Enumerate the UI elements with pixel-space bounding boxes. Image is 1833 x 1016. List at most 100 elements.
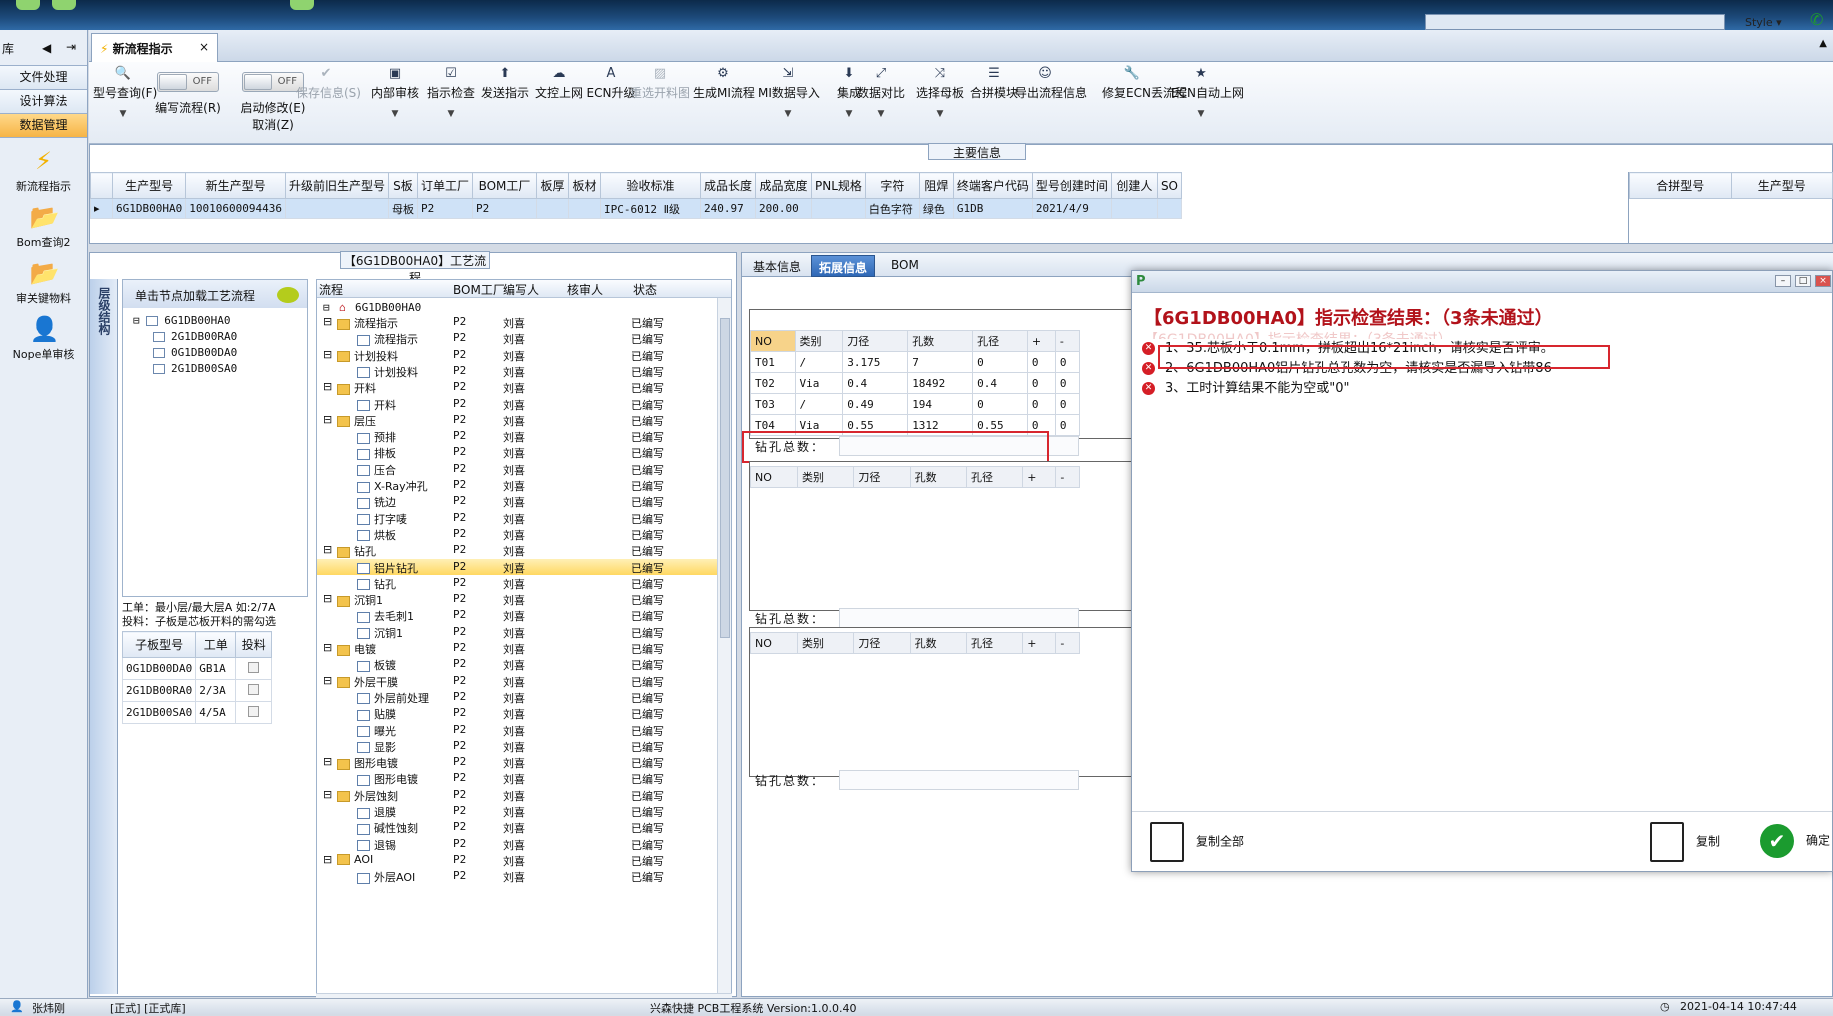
detail-tab[interactable]: BOM <box>884 255 926 277</box>
chevron-up-icon[interactable]: ▲ <box>1819 38 1827 49</box>
collapse-icon[interactable]: ⊟ <box>133 314 146 327</box>
toolbar-icon[interactable] <box>52 0 76 10</box>
flow-row[interactable]: ⊟ 钻孔 P2 刘喜 已编写 <box>317 542 717 558</box>
column-header[interactable]: 新生产型号 <box>185 172 286 199</box>
flow-row[interactable]: 开料 P2 刘喜 已编写 <box>317 396 717 412</box>
drill-column-header[interactable]: + <box>1022 466 1057 488</box>
drill-column-header[interactable]: 刀径 <box>842 330 909 352</box>
column-header[interactable]: 升级前旧生产型号 <box>284 172 389 199</box>
toolbar-button[interactable]: ⇲ MI数据导入 ▼ <box>758 66 820 119</box>
column-header[interactable]: 合拼型号 <box>1629 172 1732 199</box>
drill-column-header[interactable]: 孔径 <box>972 330 1028 352</box>
collapse-icon[interactable]: ⊟ <box>323 853 332 866</box>
collapse-icon[interactable]: ⊟ <box>323 788 332 801</box>
toolbar-button[interactable]: ☑ 指示检查 ▼ <box>421 66 481 119</box>
ok-button[interactable]: ✔ 确定 <box>1760 824 1830 858</box>
column-header[interactable]: 生产型号 <box>111 172 187 199</box>
table-row[interactable]: ▸ 6G1DB00HA0 10010600094436 母板 P2 P2 IPC-6012 … <box>90 198 1183 219</box>
nav-button[interactable]: 数据管理 <box>0 114 87 138</box>
column-header[interactable]: 工单 <box>195 631 237 658</box>
flow-row[interactable]: 铣边 P2 刘喜 已编写 <box>317 493 717 509</box>
toolbar-button[interactable]: ⚙ 生成MI流程 <box>693 66 755 101</box>
flow-row[interactable]: ⊟ 开料 P2 刘喜 已编写 <box>317 379 717 395</box>
flow-column-header[interactable]: 状态 <box>633 281 657 298</box>
collapse-icon[interactable]: ⊟ <box>323 543 332 556</box>
collapse-icon[interactable]: ⊟ <box>323 348 332 361</box>
pin-icon[interactable]: ⇥ <box>66 40 76 54</box>
tree-node[interactable]: 2G1DB00RA0 <box>153 330 237 343</box>
drill-column-header[interactable]: 孔径 <box>965 466 1024 488</box>
column-header[interactable]: SO <box>1156 172 1183 199</box>
drill-column-header[interactable]: - <box>1055 466 1080 488</box>
toggle-switch[interactable]: OFF <box>157 72 219 92</box>
close-icon[interactable]: × <box>1815 275 1831 287</box>
drill-column-header[interactable]: NO <box>750 330 796 352</box>
drill-row[interactable]: T02 Via 0.4 18492 0.4 0 0 <box>750 372 1081 394</box>
drill-column-header[interactable]: 类别 <box>797 466 855 488</box>
flow-row[interactable]: ⊟ 流程指示 P2 刘喜 已编写 <box>317 314 717 330</box>
drill-column-header[interactable]: - <box>1054 330 1081 352</box>
toolbar-button[interactable]: 🔧 修复ECN丢流程 <box>1102 66 1187 101</box>
drill-column-header[interactable]: 孔数 <box>907 330 974 352</box>
tree-node[interactable]: ⊟ 6G1DB00HA0 <box>133 314 230 327</box>
flow-row[interactable]: 铝片钻孔 P2 刘喜 已编写 <box>317 558 717 575</box>
column-header[interactable]: 板厚 <box>535 172 569 199</box>
column-header[interactable]: S板 <box>387 172 418 199</box>
flow-row[interactable]: 碱性蚀刻 P2 刘喜 已编写 <box>317 819 717 835</box>
collapse-icon[interactable]: ⊟ <box>323 641 332 654</box>
copy-all-button[interactable]: 复制全部 <box>1150 822 1244 862</box>
nav-item[interactable]: 👤 Nope单审核 <box>0 316 87 362</box>
toolbar-button[interactable]: ☺ 导出流程信息 <box>1015 66 1087 101</box>
toolbar-button[interactable]: ⤢ 数据对比 ▼ <box>851 66 911 119</box>
column-header[interactable]: 子板型号 <box>121 631 197 658</box>
tree-node[interactable]: 0G1DB00DA0 <box>153 346 237 359</box>
drill-row[interactable]: T01/3.175 7 0 0 0 <box>750 351 1081 373</box>
drill-column-header[interactable]: 刀径 <box>853 632 911 654</box>
dropdown-arrow-icon[interactable]: ▼ <box>910 109 970 119</box>
flow-row[interactable]: 沉铜1 P2 刘喜 已编写 <box>317 624 717 640</box>
flow-row[interactable]: 烘板 P2 刘喜 已编写 <box>317 526 717 542</box>
phone-icon[interactable]: ✆ <box>1810 10 1828 29</box>
collapse-icon[interactable]: ⊟ <box>323 674 332 687</box>
flow-row[interactable]: 外层前处理 P2 刘喜 已编写 <box>317 689 717 705</box>
flow-row[interactable]: 外层AOI P2 刘喜 已编写 <box>317 868 717 884</box>
column-header[interactable]: 字符 <box>864 172 920 199</box>
flow-row[interactable]: 钻孔 P2 刘喜 已编写 <box>317 575 717 591</box>
vertical-tab-structure[interactable]: 层级结构 <box>90 279 118 994</box>
collapse-icon[interactable]: ⊟ <box>323 315 332 328</box>
flow-row[interactable]: X-Ray冲孔 P2 刘喜 已编写 <box>317 477 717 493</box>
nav-item[interactable]: 📂 Bom查询2 <box>0 204 87 250</box>
tree-node[interactable]: 2G1DB00SA0 <box>153 362 237 375</box>
column-header[interactable]: 终端客户代码 <box>952 172 1033 199</box>
drill-column-header[interactable]: 类别 <box>794 330 844 352</box>
flow-row[interactable]: ⊟ AOI P2 刘喜 已编写 <box>317 852 717 868</box>
flow-row[interactable]: 显影 P2 刘喜 已编写 <box>317 738 717 754</box>
checkbox[interactable] <box>248 683 260 695</box>
collapse-icon[interactable]: ⊟ <box>323 380 332 393</box>
drill-column-header[interactable]: 孔径 <box>965 632 1024 654</box>
nav-button[interactable]: 设计算法 <box>0 90 87 114</box>
toolbar-button[interactable]: ⬆ 发送指示 <box>475 66 535 101</box>
checkbox[interactable] <box>248 661 260 673</box>
detail-tab[interactable]: 拓展信息 <box>811 255 876 277</box>
flow-row[interactable]: ⊟ 电镀 P2 刘喜 已编写 <box>317 640 717 656</box>
flow-column-header[interactable]: 流程 <box>319 281 343 298</box>
copy-button[interactable]: 复制 <box>1650 822 1720 862</box>
table-row[interactable]: 2G1DB00SA0 4/5A <box>121 701 273 724</box>
flow-row[interactable]: 贴膜 P2 刘喜 已编写 <box>317 705 717 721</box>
nav-item[interactable]: 📂 审关键物料 <box>0 260 87 306</box>
drill-column-header[interactable]: NO <box>749 632 799 654</box>
dropdown-arrow-icon[interactable]: ▼ <box>365 109 425 119</box>
drill-total-field[interactable] <box>839 770 1079 790</box>
toolbar-button[interactable]: ▨ 重选开料图 <box>630 66 690 101</box>
checkbox[interactable] <box>248 705 260 717</box>
dropdown-arrow-icon[interactable]: ▼ <box>758 109 818 119</box>
flow-row[interactable]: 打字唛 P2 刘喜 已编写 <box>317 510 717 526</box>
flow-row[interactable]: 退锡 P2 刘喜 已编写 <box>317 836 717 852</box>
column-header[interactable]: 成品长度 <box>699 172 757 199</box>
flow-row[interactable]: 图形电镀 P2 刘喜 已编写 <box>317 770 717 786</box>
flow-row[interactable]: 预排 P2 刘喜 已编写 <box>317 428 717 444</box>
nav-item[interactable]: ⚡ 新流程指示 <box>0 148 87 194</box>
style-menu[interactable]: Style ▾ <box>1745 16 1782 29</box>
column-header[interactable]: 阻焊 <box>918 172 954 199</box>
